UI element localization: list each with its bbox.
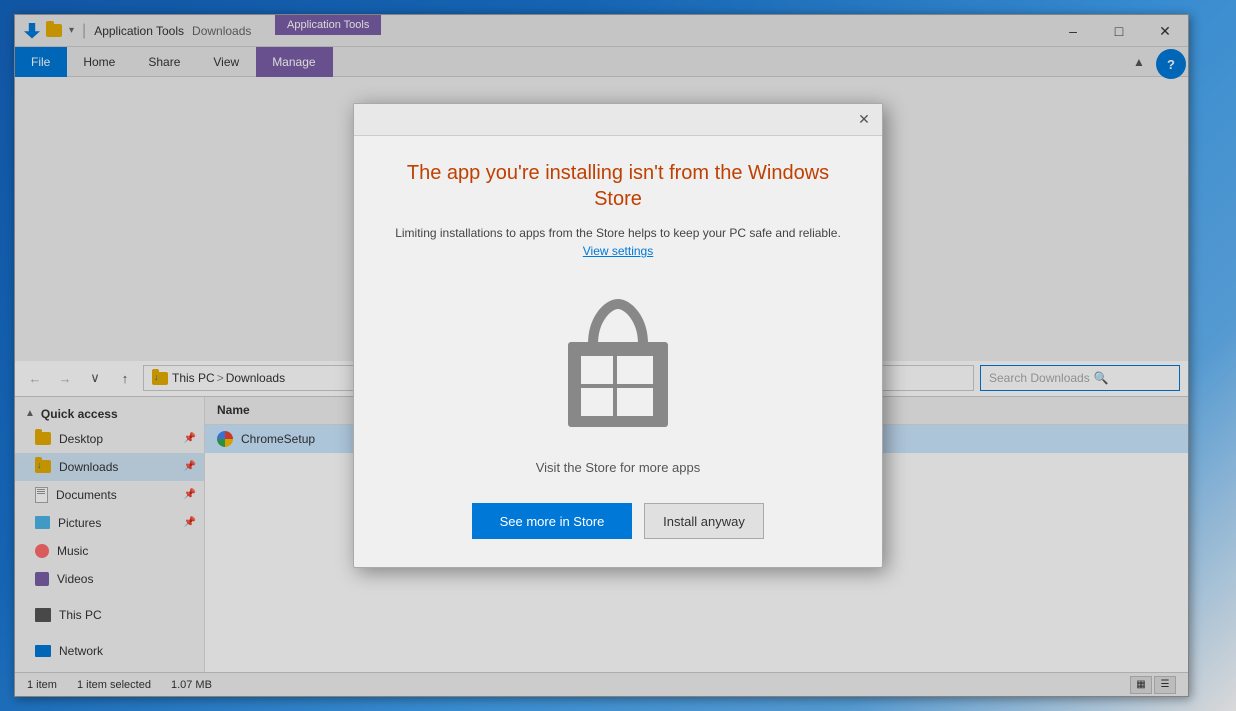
dialog-content: The app you're installing isn't from the… <box>354 136 882 567</box>
install-anyway-button[interactable]: Install anyway <box>644 503 764 539</box>
store-bag-icon <box>553 284 683 444</box>
view-settings-link[interactable]: View settings <box>583 244 653 258</box>
dialog-subtitle: Limiting installations to apps from the … <box>386 224 850 260</box>
dialog-overlay: ✕ The app you're installing isn't from t… <box>0 0 1236 711</box>
see-more-store-button[interactable]: See more in Store <box>472 503 632 539</box>
dialog-title: The app you're installing isn't from the… <box>386 160 850 212</box>
store-bag-container <box>386 284 850 444</box>
dialog-close-button[interactable]: ✕ <box>850 108 878 132</box>
dialog-box: ✕ The app you're installing isn't from t… <box>353 103 883 568</box>
dialog-buttons: See more in Store Install anyway <box>386 503 850 539</box>
dialog-visit-text: Visit the Store for more apps <box>386 460 850 475</box>
dialog-titlebar: ✕ <box>354 104 882 136</box>
